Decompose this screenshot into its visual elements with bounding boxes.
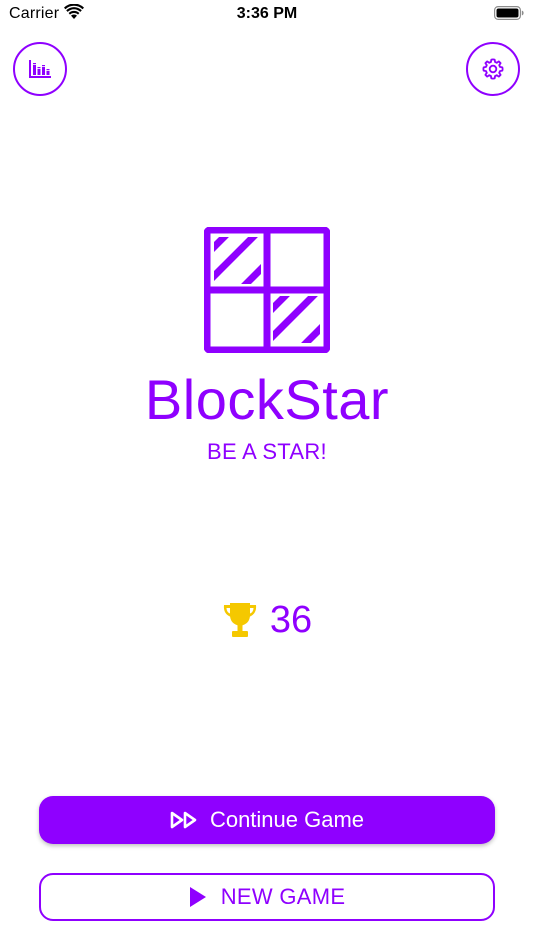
new-game-label: NEW GAME [220,884,346,909]
continue-game-button[interactable]: Continue Game [39,796,495,844]
status-time: 3:36 PM [236,5,298,22]
trophy-icon [223,603,256,637]
best-score-value: 36 [269,599,313,641]
best-score: 36 [0,598,534,642]
stats-button[interactable] [13,42,67,96]
fast-forward-icon [170,811,197,829]
continue-game-label: Continue Game [209,807,365,832]
app-tagline: BE A STAR! [207,439,327,464]
app-title: BlockStar [144,368,390,431]
battery-icon [494,6,524,20]
gear-icon [482,58,504,80]
new-game-button[interactable]: NEW GAME [39,873,495,921]
stats-icon [29,60,51,78]
blockstar-logo [204,227,330,353]
status-bar: Carrier 3:36 PM [0,0,534,30]
settings-button[interactable] [466,42,520,96]
play-icon [189,887,206,907]
